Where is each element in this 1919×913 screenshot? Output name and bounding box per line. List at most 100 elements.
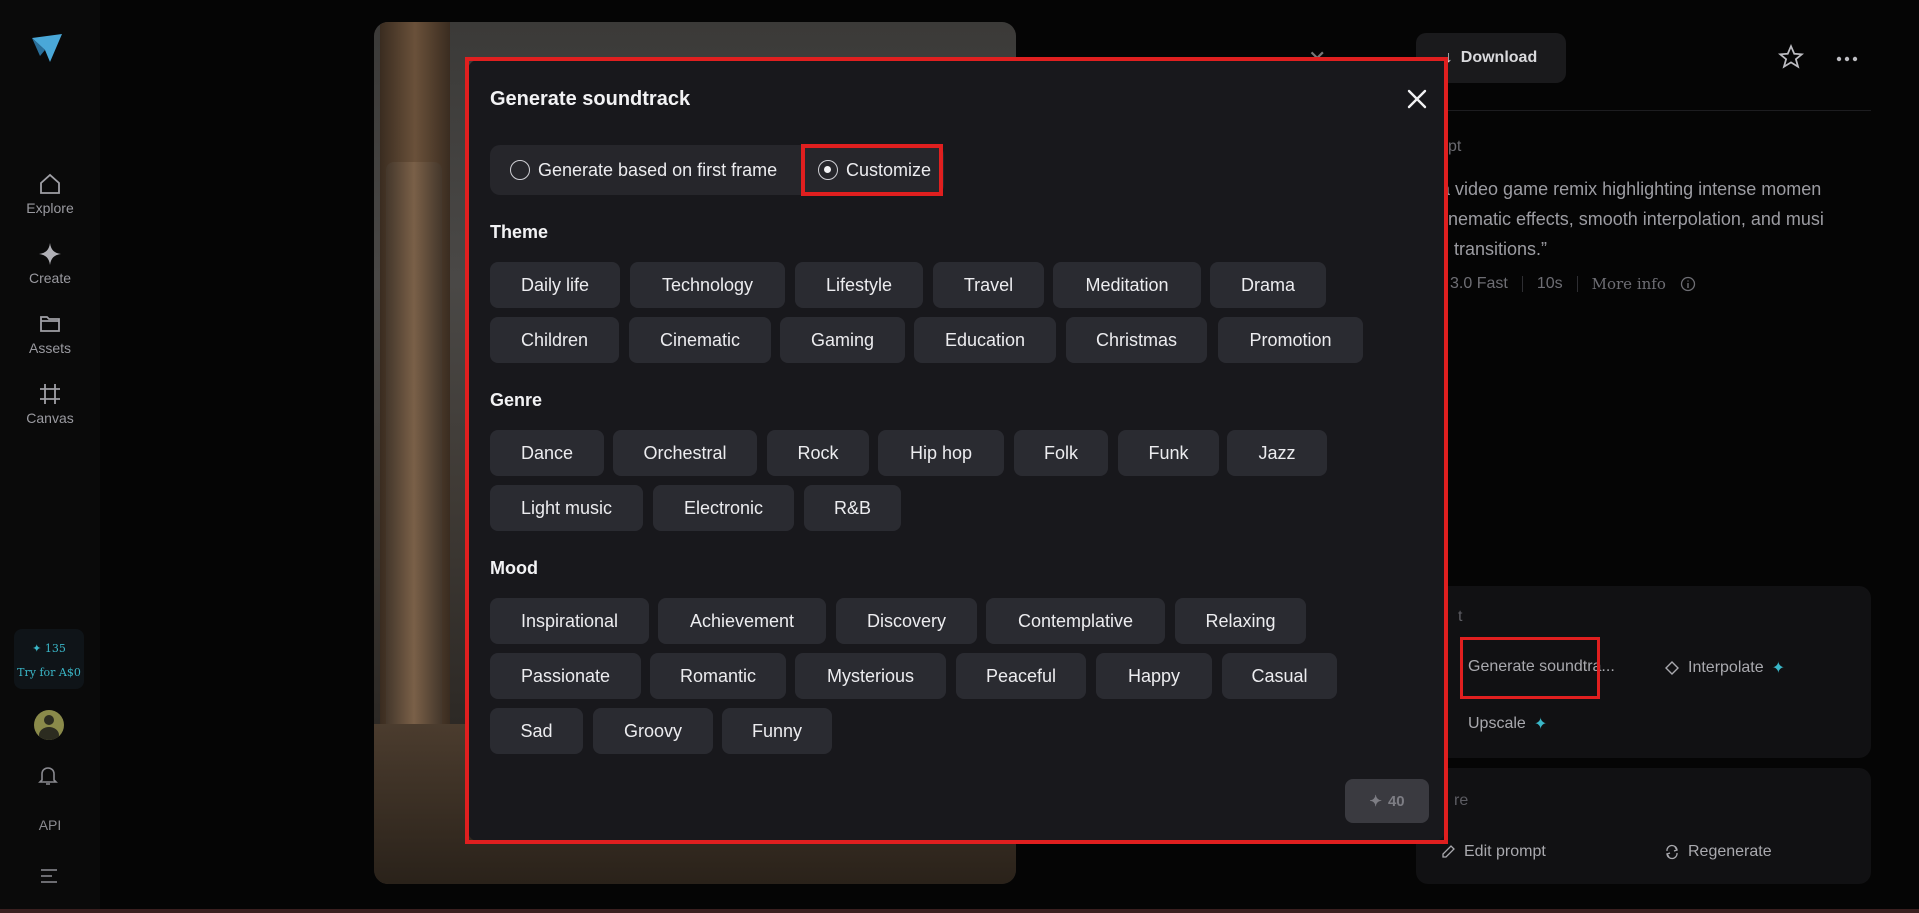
theme-chip[interactable]: Children (490, 317, 619, 363)
bell-icon[interactable] (38, 765, 58, 787)
edit-prompt-tool[interactable]: Edit prompt (1440, 843, 1546, 861)
genre-chip[interactable]: Folk (1014, 430, 1108, 476)
mode-label: Generate based on first frame (538, 159, 778, 180)
credits-count: ✦ 135 (32, 642, 66, 655)
generate-button[interactable]: ✦ 40 (1345, 779, 1429, 823)
download-icon: ↓ (1444, 49, 1453, 66)
mood-label: Mood (490, 558, 538, 578)
sidebar-item-label: Assets (28, 340, 71, 356)
prompt-text: te a video game remix highlighting inten… (1420, 179, 1824, 259)
genre-chip[interactable]: Orchestral (613, 430, 757, 476)
mood-chip[interactable]: Happy (1096, 653, 1212, 699)
regenerate-icon (1665, 844, 1679, 860)
genre-chip[interactable]: Light music (490, 485, 643, 531)
genre-chip[interactable]: Hip hop (878, 430, 1004, 476)
sidebar-item-label: Create (28, 270, 72, 286)
edit-panel-title: t (1458, 608, 1463, 625)
tool-label: Regenerate (1688, 843, 1772, 860)
divider (1416, 110, 1871, 111)
sparkle-icon: ✦ (1369, 793, 1382, 810)
download-label: Download (1460, 49, 1538, 66)
divider (1521, 276, 1523, 292)
sidebar: Explore Create Assets Canvas ✦ 135 Try f… (0, 0, 100, 913)
mood-chip[interactable]: Mysterious (795, 653, 946, 699)
sidebar-item-assets[interactable]: Assets (0, 312, 100, 356)
bottom-edge (0, 909, 1919, 913)
mood-chip[interactable]: Passionate (490, 653, 641, 699)
theme-chip[interactable]: Travel (933, 262, 1044, 308)
sidebar-item-create[interactable]: Create (0, 242, 100, 286)
genre-chip[interactable]: Dance (490, 430, 604, 476)
theme-chip[interactable]: Promotion (1218, 317, 1363, 363)
upscale-tool[interactable]: Upscale ✦ (1468, 714, 1547, 734)
home-icon (40, 173, 60, 194)
star-icon[interactable] (1778, 44, 1804, 70)
theme-chip[interactable]: Lifestyle (795, 262, 923, 308)
credits-badge[interactable]: ✦ 135 Try for A$0 (14, 629, 84, 689)
mood-chip[interactable]: Peaceful (956, 653, 1086, 699)
avatar[interactable] (34, 710, 64, 740)
sparkle-icon (39, 243, 61, 265)
theme-label: Theme (490, 222, 549, 242)
genre-chip[interactable]: Electronic (653, 485, 794, 531)
genre-chip[interactable]: Funk (1118, 430, 1219, 476)
mood-chip[interactable]: Relaxing (1175, 598, 1306, 644)
folder-icon (40, 316, 60, 332)
api-link[interactable]: API (0, 817, 100, 833)
mode-label: Customize (846, 159, 932, 180)
dialog-title: Generate soundtrack (490, 88, 691, 110)
video-meta: 3.0 Fast 10s More info (1450, 275, 1696, 293)
genre-chip[interactable]: Jazz (1227, 430, 1327, 476)
mood-chip[interactable]: Groovy (593, 708, 713, 754)
mood-chip[interactable]: Achievement (658, 598, 826, 644)
prompt-title: pt (1448, 138, 1462, 155)
regenerate-tool[interactable]: Regenerate (1664, 843, 1772, 861)
sparkle-icon: ✦ (1533, 716, 1548, 733)
interpolate-tool[interactable]: Interpolate ✦ (1664, 658, 1785, 678)
theme-chip[interactable]: Meditation (1053, 262, 1201, 308)
sidebar-item-explore[interactable]: Explore (0, 172, 100, 216)
interpolate-icon (1665, 661, 1679, 675)
theme-chip[interactable]: Daily life (490, 262, 620, 308)
tool-label: Interpolate (1688, 659, 1764, 676)
genre-chip[interactable]: Rock (767, 430, 869, 476)
app-window: Explore Create Assets Canvas ✦ 135 Try f… (0, 0, 1919, 913)
model-name: 3.0 Fast (1450, 275, 1508, 292)
mode-first-frame-option[interactable]: Generate based on first frame (510, 145, 777, 195)
divider (1576, 276, 1578, 292)
edit-icon (1442, 845, 1455, 858)
genre-chip[interactable]: R&B (804, 485, 901, 531)
mood-chip[interactable]: Inspirational (490, 598, 649, 644)
mood-chip[interactable]: Romantic (650, 653, 786, 699)
more-panel (1416, 768, 1871, 884)
theme-chip[interactable]: Drama (1210, 262, 1326, 308)
logo-icon[interactable] (30, 32, 64, 66)
tool-label: Upscale (1468, 715, 1526, 732)
theme-chip[interactable]: Technology (630, 262, 785, 308)
info-icon[interactable] (1680, 276, 1696, 292)
highlight-box (1460, 637, 1600, 699)
canvas-icon (40, 384, 60, 404)
more-panel-title: re (1454, 792, 1469, 809)
sidebar-item-canvas[interactable]: Canvas (0, 382, 100, 426)
menu-icon[interactable] (40, 868, 58, 884)
mood-chip[interactable]: Sad (490, 708, 583, 754)
close-icon[interactable] (1404, 86, 1430, 112)
radio-button[interactable] (818, 160, 838, 180)
genre-label: Genre (490, 390, 543, 410)
theme-chip[interactable]: Cinematic (629, 317, 771, 363)
tool-label: Edit prompt (1464, 843, 1546, 860)
radio-button[interactable] (510, 160, 530, 180)
mode-customize-option[interactable]: Customize (818, 145, 931, 195)
sidebar-item-label: Explore (26, 200, 74, 216)
mood-chip[interactable]: Discovery (836, 598, 977, 644)
more-icon[interactable] (1836, 56, 1858, 62)
theme-chip[interactable]: Christmas (1066, 317, 1207, 363)
mood-chip[interactable]: Contemplative (986, 598, 1165, 644)
more-info-link[interactable]: More info (1592, 275, 1666, 293)
theme-chip[interactable]: Education (914, 317, 1056, 363)
theme-chip[interactable]: Gaming (780, 317, 905, 363)
duration: 10s (1536, 275, 1563, 292)
mood-chip[interactable]: Casual (1222, 653, 1337, 699)
mood-chip[interactable]: Funny (722, 708, 832, 754)
